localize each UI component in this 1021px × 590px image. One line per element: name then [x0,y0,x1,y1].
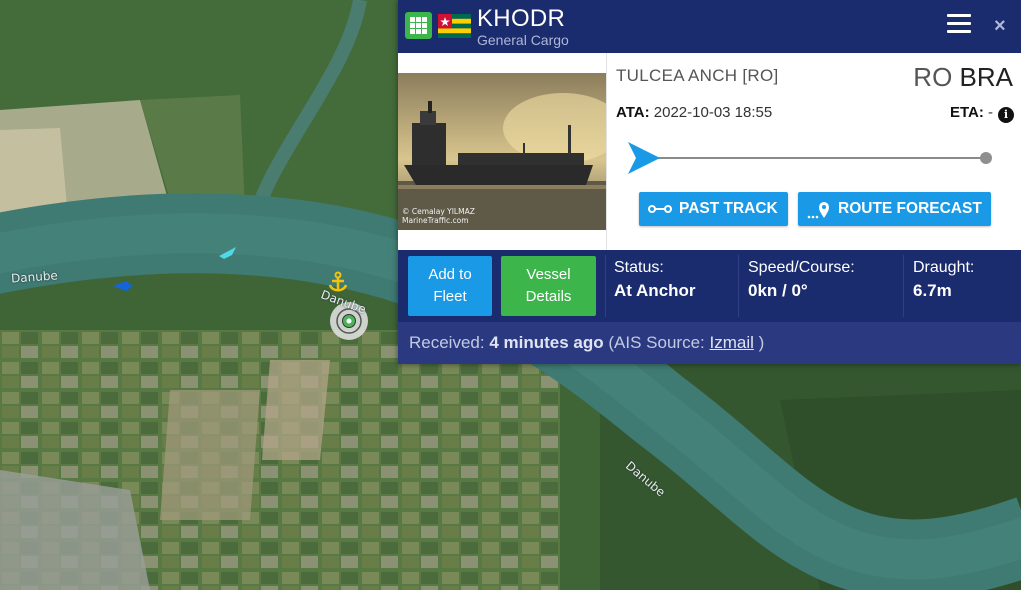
speed-course-label: Speed/Course: [748,259,855,276]
stats-divider [738,255,739,317]
hamburger-icon[interactable] [947,14,971,36]
destination[interactable]: RO BRA [913,62,1013,93]
vessel-grid-button[interactable] [405,12,432,39]
draught-value: 6.7m [913,281,952,300]
add-to-fleet-button[interactable]: Add to Fleet [408,256,492,316]
ais-source-prefix: (AIS Source: [608,333,705,352]
vessel-details-label-line2: Details [525,288,572,305]
departure-port[interactable]: TULCEA ANCH [RO] [616,66,779,86]
speed-course-stat: Speed/Course: 0kn / 0° [748,258,855,302]
vessel-details-button[interactable]: Vessel Details [501,256,596,316]
stats-divider [903,255,904,317]
destination-country: RO [913,62,953,92]
received-label: Received: [409,333,485,352]
photo-credit-author: © Cemalay YILMAZ [402,207,475,216]
eta-label: ETA: [949,104,984,121]
panel-header: KHODR General Cargo × [398,0,1021,53]
stats-divider [605,255,606,317]
eta-row: ETA: - [950,104,993,121]
status-label: Status: [614,259,664,276]
vessel-details-label-line1: Vessel [526,266,571,283]
panel-divider [606,53,607,250]
status-value: At Anchor [614,281,696,300]
draught-stat: Draught: 6.7m [913,258,974,302]
ata-row: ATA: 2022-10-03 18:55 [616,104,772,121]
vessel-stats-bar: Add to Fleet Vessel Details Status: At Anc… [398,250,1021,322]
vessel-photo[interactable]: © Cemalay YILMAZ MarineTraffic.com [398,73,606,230]
add-to-fleet-label-line1: Add to [428,266,472,283]
photo-credit-site: MarineTraffic.com [402,216,469,225]
status-stat: Status: At Anchor [614,258,696,302]
close-icon[interactable]: × [994,14,1010,38]
vessel-name: KHODR [477,5,566,32]
speed-course-value: 0kn / 0° [748,281,808,300]
past-track-button[interactable]: PAST TRACK [639,192,788,226]
past-track-icon [648,205,672,213]
destination-dot [980,152,992,164]
route-forecast-button[interactable]: ROUTE FORECAST [798,192,991,226]
route-forecast-label: ROUTE FORECAST [838,200,982,217]
ata-value: 2022-10-03 18:55 [653,104,773,121]
voyage-progress [628,142,992,174]
photo-credit: © Cemalay YILMAZ MarineTraffic.com [402,207,475,225]
info-icon[interactable]: i [998,107,1014,123]
add-to-fleet-label-line2: Fleet [433,288,467,305]
ais-source-link[interactable]: Izmail [710,333,754,352]
vessel-position-arrow [628,142,660,174]
past-track-label: PAST TRACK [679,200,778,217]
eta-value: - [988,104,993,121]
ata-label: ATA: [616,104,650,121]
destination-port: BRA [959,62,1013,92]
route-forecast-icon [807,202,829,219]
togo-flag-icon [438,14,471,38]
vessel-type: General Cargo [477,32,569,48]
ais-source-suffix: ) [758,333,765,352]
received-bar: Received: 4 minutes ago (AIS Source: Izm… [398,322,1021,364]
vessel-info-panel: KHODR General Cargo × © Cemalay YILMAZ M… [398,0,1021,364]
received-value: 4 minutes ago [489,333,604,352]
draught-label: Draught: [913,259,975,276]
